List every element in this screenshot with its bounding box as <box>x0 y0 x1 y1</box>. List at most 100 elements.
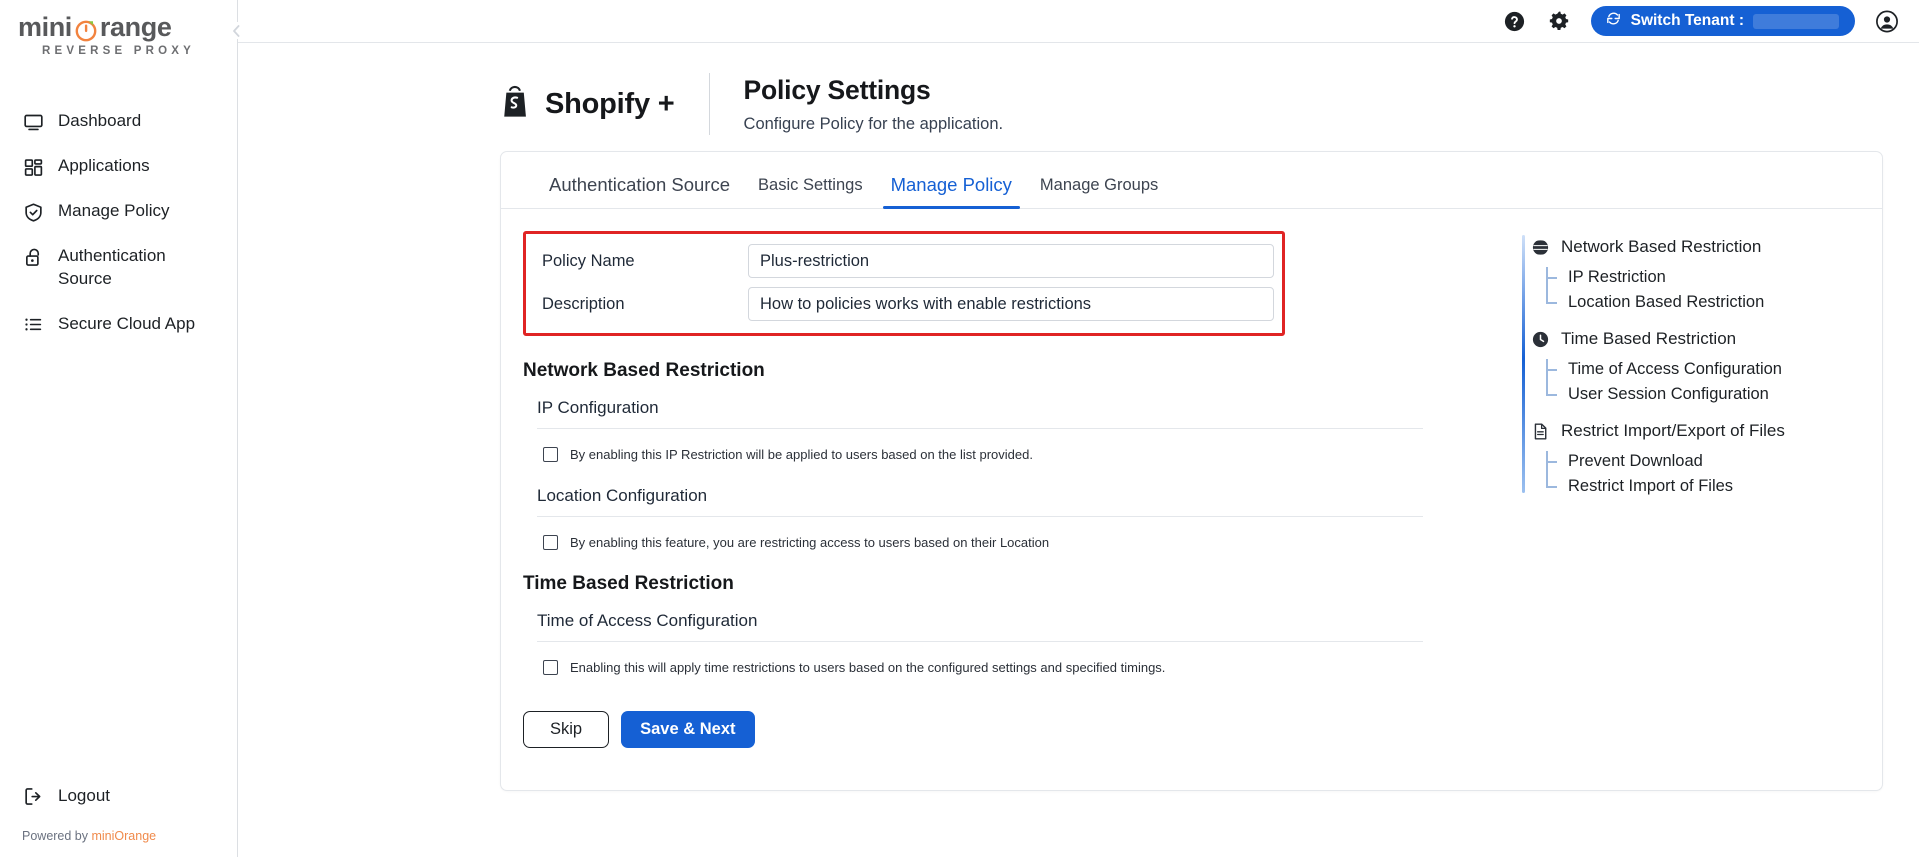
outline-group-network: Network Based Restriction IP Restriction… <box>1530 231 1882 315</box>
document-icon <box>1530 421 1550 441</box>
sidebar: mini range REVERSE PROXY Dashboard Appli… <box>0 0 245 857</box>
app-root: mini range REVERSE PROXY Dashboard Appli… <box>0 0 1919 857</box>
powered-by: Powered by miniOrange <box>22 829 237 843</box>
logout-icon <box>22 785 44 807</box>
outline-subs: Prevent Download Restrict Import of File… <box>1536 449 1882 499</box>
logo-text-right: range <box>99 12 172 42</box>
time-restriction-checkbox-row[interactable]: Enabling this will apply time restrictio… <box>537 642 1522 677</box>
outline-item-restrict-import-export-of-files[interactable]: Restrict Import/Export of Files <box>1534 415 1882 447</box>
checkbox-label: By enabling this IP Restriction will be … <box>570 447 1033 462</box>
chevron-left-icon <box>233 24 240 37</box>
main-area: Switch Tenant : Shopify + Policy Setting… <box>238 0 1919 857</box>
powered-by-prefix: Powered by <box>22 829 92 843</box>
ip-restriction-checkbox[interactable] <box>543 447 558 462</box>
group-time-of-access-configuration: Time of Access Configuration Enabling th… <box>523 611 1522 677</box>
monitor-icon <box>22 111 44 133</box>
sidebar-item-label: Applications <box>58 156 150 175</box>
policy-name-label: Policy Name <box>542 251 635 270</box>
sidebar-item-authentication-source[interactable]: Authentication Source <box>0 234 237 302</box>
ip-restriction-checkbox-row[interactable]: By enabling this IP Restriction will be … <box>537 429 1522 464</box>
outline-item-label: Network Based Restriction <box>1561 237 1762 256</box>
group-title: Time of Access Configuration <box>537 611 1423 643</box>
outline-group-files: Restrict Import/Export of Files Prevent … <box>1534 415 1882 499</box>
sidebar-item-manage-policy[interactable]: Manage Policy <box>0 189 237 234</box>
location-restriction-checkbox[interactable] <box>543 534 558 550</box>
location-restriction-checkbox-row[interactable]: By enabling this feature, you are restri… <box>537 517 1522 552</box>
outline-subs: IP Restriction Location Based Restrictio… <box>1536 265 1882 315</box>
page-header: Shopify + Policy Settings Configure Poli… <box>238 43 1919 139</box>
outline-item-label: Time Based Restriction <box>1561 329 1737 348</box>
skip-button[interactable]: Skip <box>523 710 610 748</box>
logout-button[interactable]: Logout <box>22 776 237 815</box>
switch-tenant-label: Switch Tenant : <box>1630 12 1744 29</box>
save-and-next-button[interactable]: Save & Next <box>621 710 755 748</box>
outline-sub-location-based-restriction[interactable]: Location Based Restriction <box>1546 290 1882 315</box>
description-row: Description <box>534 287 1274 321</box>
section-network-based-restriction: Network Based Restriction IP Configurati… <box>523 360 1522 551</box>
card-body: Policy Name Description Network Based Re… <box>501 209 1882 791</box>
sidebar-item-secure-cloud-app[interactable]: Secure Cloud App <box>0 302 237 347</box>
sidebar-item-dashboard[interactable]: Dashboard <box>0 99 237 144</box>
globe-icon <box>1530 237 1550 257</box>
brand-logo[interactable]: mini range REVERSE PROXY <box>0 0 237 58</box>
sidebar-nav: Dashboard Applications Manage Policy Aut… <box>0 99 237 347</box>
outline-sub-restrict-import-of-files[interactable]: Restrict Import of Files <box>1546 474 1882 499</box>
policy-outline: Network Based Restriction IP Restriction… <box>1522 231 1882 499</box>
description-input[interactable] <box>748 287 1274 321</box>
logo-subtitle: REVERSE PROXY <box>42 45 196 57</box>
outline-item-network-based-restriction[interactable]: Network Based Restriction <box>1530 231 1882 263</box>
tab-manage-groups[interactable]: Manage Groups <box>1026 176 1172 208</box>
group-location-configuration: Location Configuration By enabling this … <box>523 486 1522 552</box>
checkbox-label: Enabling this will apply time restrictio… <box>570 660 1166 676</box>
policy-form-column: Policy Name Description Network Based Re… <box>501 209 1522 791</box>
section-time-based-restriction: Time Based Restriction Time of Access Co… <box>523 573 1522 677</box>
logo-text: mini range <box>18 14 237 41</box>
gear-icon[interactable] <box>1547 9 1571 33</box>
lock-icon <box>22 246 44 268</box>
sidebar-item-label: Secure Cloud App <box>58 313 196 333</box>
group-title: IP Configuration <box>537 398 1423 429</box>
page-title-block: Policy Settings Configure Policy for the… <box>710 75 1004 134</box>
page-title: Policy Settings <box>743 74 931 105</box>
sidebar-collapse-toggle[interactable] <box>228 22 245 39</box>
restriction-sections: Network Based Restriction IP Configurati… <box>501 336 1522 677</box>
checkbox-label: By enabling this feature, you are restri… <box>570 534 1050 550</box>
switch-tenant-button[interactable]: Switch Tenant : <box>1590 6 1855 36</box>
logout-label: Logout <box>58 785 110 805</box>
outline-item-time-based-restriction[interactable]: Time Based Restriction <box>1532 323 1882 355</box>
policy-name-input[interactable] <box>748 244 1274 278</box>
form-actions: Skip Save & Next <box>501 681 1522 748</box>
tab-bar: Authentication Source Basic Settings Man… <box>501 152 1882 209</box>
sidebar-item-label: Authentication Source <box>58 246 166 288</box>
clock-icon <box>1530 329 1550 349</box>
tab-authentication-source[interactable]: Authentication Source <box>535 174 744 208</box>
outline-sub-prevent-download[interactable]: Prevent Download <box>1546 449 1882 474</box>
policy-outline-column: Network Based Restriction IP Restriction… <box>1522 209 1882 791</box>
tab-manage-policy[interactable]: Manage Policy <box>877 174 1026 209</box>
list-icon <box>22 314 44 336</box>
refresh-icon <box>1605 10 1622 32</box>
tab-basic-settings[interactable]: Basic Settings <box>744 176 877 208</box>
help-circle-icon[interactable] <box>1503 9 1527 33</box>
sidebar-item-applications[interactable]: Applications <box>0 144 237 189</box>
outline-sub-ip-restriction[interactable]: IP Restriction <box>1546 265 1882 290</box>
sidebar-item-label: Manage Policy <box>58 201 170 220</box>
sidebar-item-label: Dashboard <box>58 111 142 130</box>
shopify-bag-icon <box>500 85 531 124</box>
outline-sub-user-session-configuration[interactable]: User Session Configuration <box>1546 382 1882 407</box>
outline-sub-time-of-access-configuration[interactable]: Time of Access Configuration <box>1546 357 1882 382</box>
group-title: Location Configuration <box>537 486 1423 517</box>
shield-check-icon <box>22 201 44 223</box>
outline-item-label: Restrict Import/Export of Files <box>1561 421 1785 440</box>
outline-group-time: Time Based Restriction Time of Access Co… <box>1532 323 1882 407</box>
description-label: Description <box>542 294 625 313</box>
application-brand: Shopify + <box>500 85 709 124</box>
powered-by-brand[interactable]: miniOrange <box>91 829 156 843</box>
grid-apps-icon <box>22 156 44 178</box>
account-circle-icon[interactable] <box>1875 9 1899 33</box>
top-bar: Switch Tenant : <box>238 0 1919 43</box>
time-restriction-checkbox[interactable] <box>543 660 558 676</box>
group-ip-configuration: IP Configuration By enabling this IP Res… <box>523 398 1522 464</box>
